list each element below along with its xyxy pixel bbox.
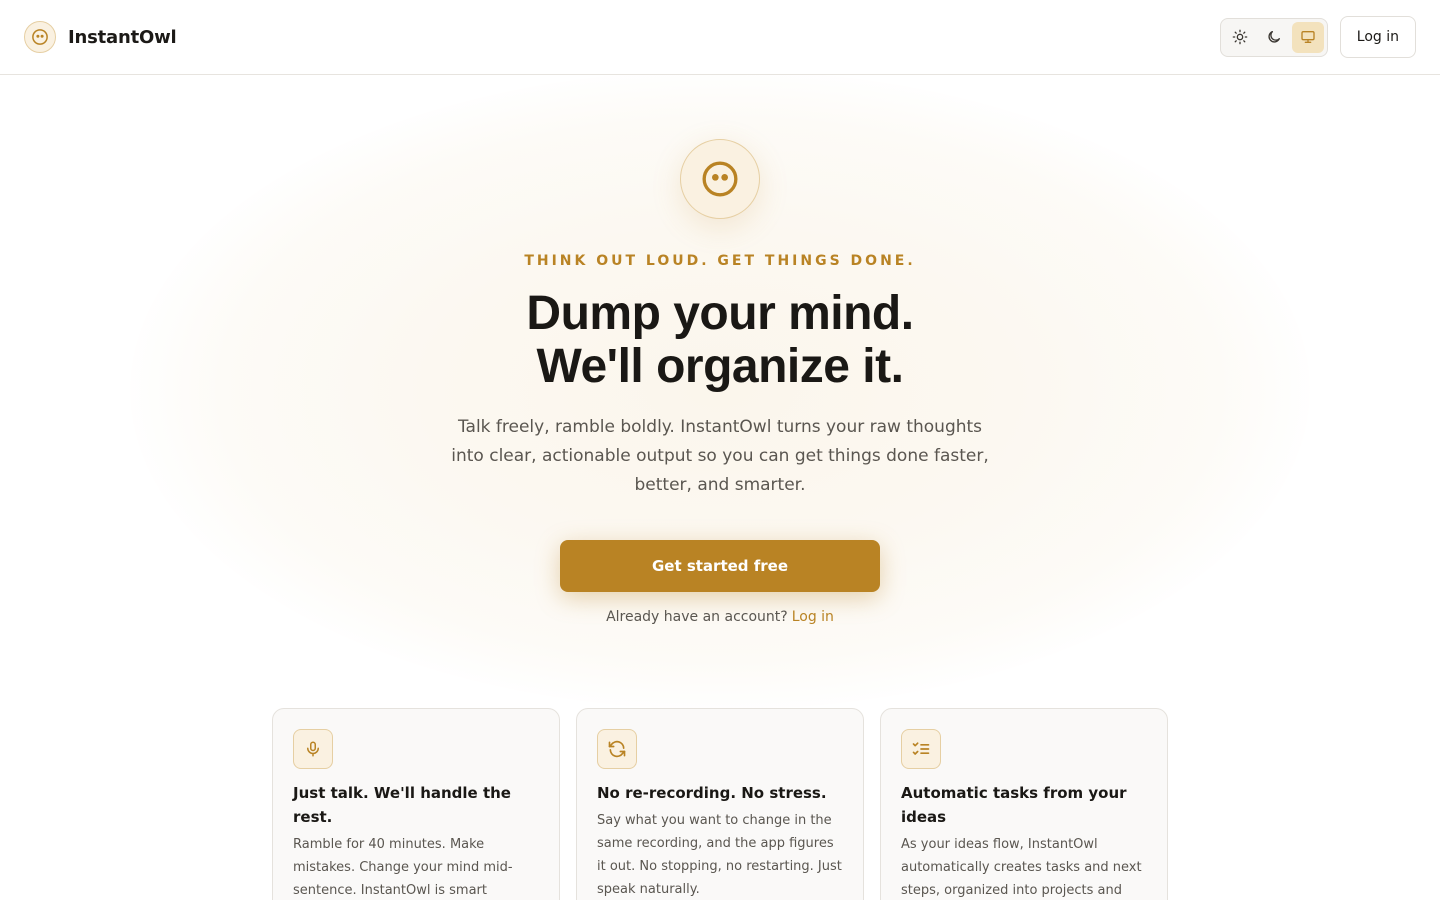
theme-dark-button[interactable] (1258, 22, 1290, 53)
already-account-text: Already have an account? (606, 609, 788, 625)
theme-system-button[interactable] (1291, 21, 1324, 53)
refresh-icon (597, 729, 637, 769)
feature-cards: Just talk. We'll handle the rest. Ramble… (272, 708, 1168, 900)
feature-text: As your ideas flow, InstantOwl automatic… (901, 837, 1142, 898)
get-started-button[interactable]: Get started free (560, 540, 880, 592)
feature-card: Automatic tasks from your ideas As your … (880, 708, 1168, 900)
sun-icon (1232, 29, 1248, 45)
feature-card: No re-recording. No stress. Say what you… (576, 708, 864, 900)
hero-eyebrow: THINK OUT LOUD. GET THINGS DONE. (524, 253, 916, 269)
feature-text: Say what you want to change in the same … (597, 813, 842, 897)
top-header: InstantOwl Log in (0, 0, 1440, 75)
theme-toggle (1219, 17, 1328, 57)
owl-face-icon (680, 139, 760, 219)
owl-face-icon (24, 21, 56, 53)
feature-title: Automatic tasks from your ideas (901, 784, 1127, 826)
hero-headline: Dump your mind. We'll organize it. (0, 287, 1440, 393)
feature-title: No re-recording. No stress. (597, 784, 827, 802)
headline-line-2: We'll organize it. (536, 340, 904, 393)
feature-text: Ramble for 40 minutes. Make mistakes. Ch… (293, 837, 513, 898)
hero-login-link[interactable]: Log in (792, 609, 834, 625)
hero-subtext: Talk freely, ramble boldly. InstantOwl t… (451, 417, 989, 495)
checklist-icon (901, 729, 941, 769)
moon-icon (1268, 31, 1280, 43)
brand-name: InstantOwl (68, 26, 177, 48)
headline-line-1: Dump your mind. (526, 287, 914, 340)
microphone-icon (293, 729, 333, 769)
brand[interactable]: InstantOwl (24, 21, 177, 53)
feature-title: Just talk. We'll handle the rest. (293, 784, 511, 826)
header-login-button[interactable]: Log in (1339, 16, 1416, 58)
feature-card: Just talk. We'll handle the rest. Ramble… (272, 708, 560, 900)
already-account: Already have an account? Log in (0, 609, 1440, 625)
theme-light-button[interactable] (1224, 22, 1256, 53)
monitor-icon (1301, 30, 1315, 43)
